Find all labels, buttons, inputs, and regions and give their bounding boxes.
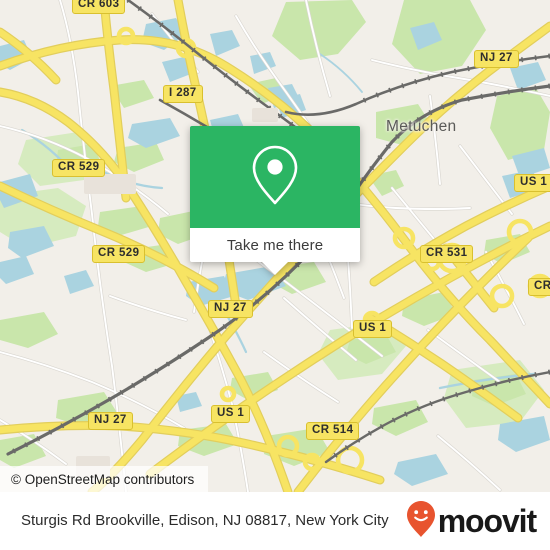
moovit-pin-icon bbox=[406, 500, 436, 543]
location-info-bar: Sturgis Rd Brookville, Edison, NJ 08817,… bbox=[0, 492, 550, 550]
openstreetmap-attribution[interactable]: © OpenStreetMap contributors bbox=[0, 466, 209, 492]
moovit-wordmark: moovit bbox=[437, 503, 537, 539]
road-shield: CR 531 bbox=[420, 245, 474, 263]
take-me-there-label: Take me there bbox=[226, 236, 324, 254]
moovit-logo[interactable]: moovit bbox=[406, 500, 537, 543]
destination-popup-card[interactable]: Take me there bbox=[190, 126, 360, 275]
road-shield: US 1 bbox=[353, 320, 393, 338]
road-shield: CR 529 bbox=[92, 245, 146, 263]
map-pin-icon bbox=[248, 143, 302, 212]
road-shield: CR 514 bbox=[306, 422, 360, 440]
road-shield: US 1 bbox=[211, 405, 251, 423]
map-canvas[interactable]: .rd { fill:none; stroke:#F7E463; stroke-… bbox=[0, 0, 550, 492]
address-text: Sturgis Rd Brookville, Edison, NJ 08817,… bbox=[21, 512, 389, 530]
road-shield: NJ 27 bbox=[88, 412, 133, 430]
road-shield: CR 603 bbox=[72, 0, 126, 14]
popup-icon-panel bbox=[190, 126, 360, 228]
city-label-metuchen: Metuchen bbox=[386, 118, 457, 135]
popup-action-panel[interactable]: Take me there bbox=[190, 228, 360, 275]
road-shield: I 287 bbox=[163, 85, 203, 103]
popup-pointer-tail bbox=[262, 262, 288, 275]
road-shield: US 1 bbox=[514, 174, 550, 192]
road-shield: CR 529 bbox=[52, 159, 106, 177]
road-shield: NJ 27 bbox=[474, 50, 519, 68]
road-shield: NJ 27 bbox=[208, 300, 253, 318]
map-screen: .rd { fill:none; stroke:#F7E463; stroke-… bbox=[0, 0, 550, 550]
road-shield: CR bbox=[528, 278, 550, 296]
